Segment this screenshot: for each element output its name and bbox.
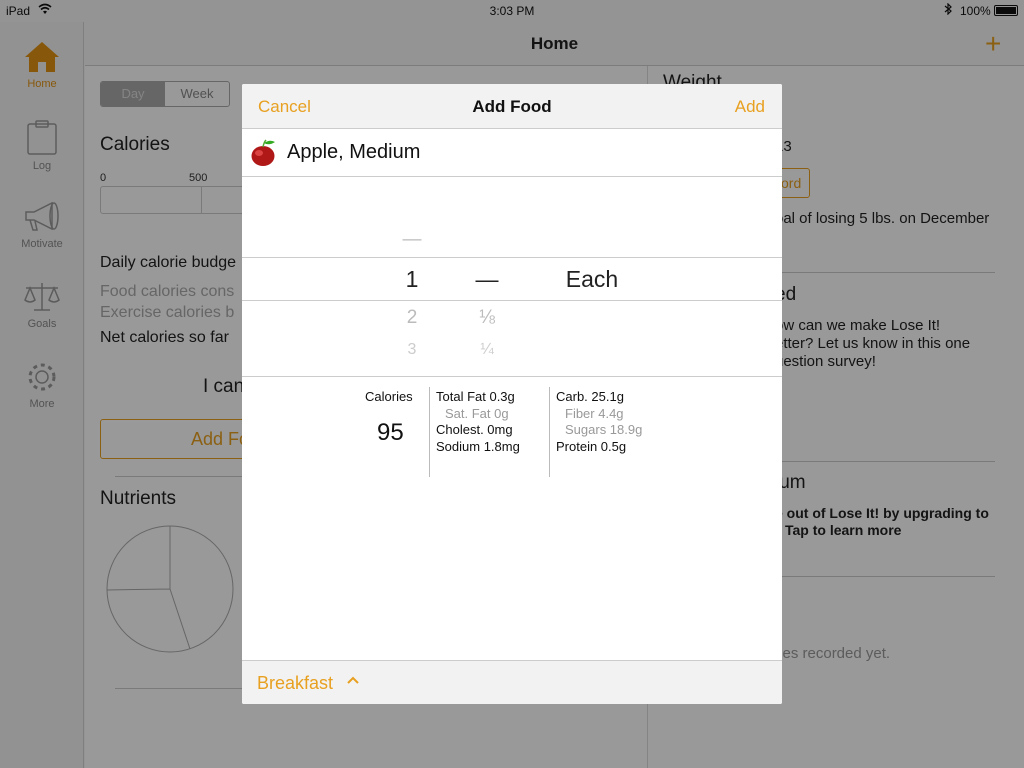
apple-icon [251,139,275,166]
picker-fraction-option[interactable]: ¼ [467,341,507,359]
serving-picker[interactable]: — 1 2 3 — ⅛ ¼ Each [242,177,782,377]
sodium: Sodium 1.8mg [436,439,520,454]
picker-amount-selected[interactable]: 1 [392,266,432,293]
meal-selector[interactable]: Breakfast [242,660,782,704]
sat-fat: Sat. Fat 0g [445,406,509,421]
picker-unit-selected[interactable]: Each [552,266,632,293]
food-row: Apple, Medium [242,129,782,177]
calories-value: 95 [377,419,404,446]
cholesterol: Cholest. 0mg [436,422,513,437]
nutrition-facts: Calories 95 Total Fat 0.3g Sat. Fat 0g C… [242,377,782,487]
picker-amount-above[interactable]: — [392,229,432,251]
add-button[interactable]: Add [735,97,765,117]
picker-fraction-option[interactable]: ⅛ [467,307,507,329]
add-food-dialog: Cancel Add Food Add Apple, Medium — 1 2 … [242,84,782,704]
calories-label: Calories [365,389,413,404]
fiber: Fiber 4.4g [565,406,624,421]
dialog-title: Add Food [472,97,552,116]
picker-amount-option[interactable]: 2 [392,307,432,329]
food-name: Apple, Medium [287,141,421,163]
dialog-header: Cancel Add Food Add [242,84,782,129]
chevron-up-icon[interactable] [346,675,360,685]
picker-amount-option[interactable]: 3 [392,341,432,359]
total-fat: Total Fat 0.3g [436,389,515,404]
carbohydrates: Carb. 25.1g [556,389,624,404]
picker-fraction-selected[interactable]: — [467,266,507,293]
meal-label[interactable]: Breakfast [257,673,333,694]
sugars: Sugars 18.9g [565,422,643,437]
protein: Protein 0.5g [556,439,627,454]
